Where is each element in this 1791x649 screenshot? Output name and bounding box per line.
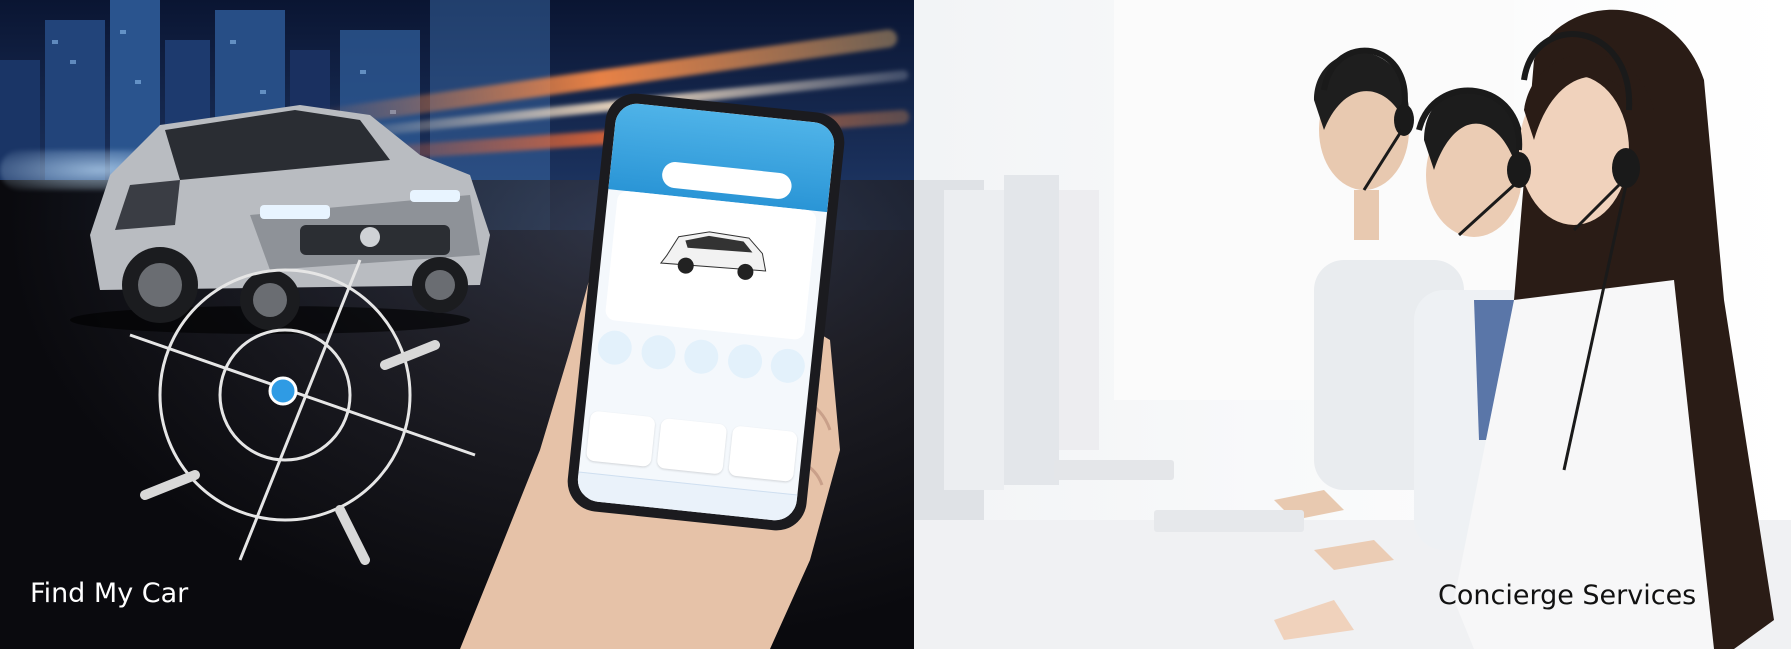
car-card [604, 190, 818, 341]
find-my-car-caption: Find My Car [30, 578, 189, 609]
app-shortcut-icon [682, 338, 720, 376]
concierge-services-panel: Concierge Services [914, 0, 1791, 649]
phone-screen [575, 101, 837, 523]
app-shortcut-row [593, 328, 807, 410]
app-shortcut-icon [725, 342, 764, 380]
find-my-car-panel: Find My Car [0, 0, 914, 649]
app-tile-row [585, 410, 798, 482]
smartphone [564, 90, 848, 534]
app-tile [656, 417, 727, 475]
app-shortcut-icon [769, 347, 807, 385]
car-thumbnail-image [659, 231, 767, 280]
call-center-agents-image [914, 0, 1791, 649]
concierge-services-caption: Concierge Services [1438, 580, 1697, 611]
location-target-graphic [129, 259, 476, 565]
app-tile [585, 410, 657, 468]
app-tile [727, 425, 798, 482]
app-shortcut-icon [639, 333, 677, 371]
banner: Find My Car Concierge Services [0, 0, 1791, 649]
app-shortcut-icon [596, 328, 634, 367]
location-dot-icon [268, 376, 298, 406]
